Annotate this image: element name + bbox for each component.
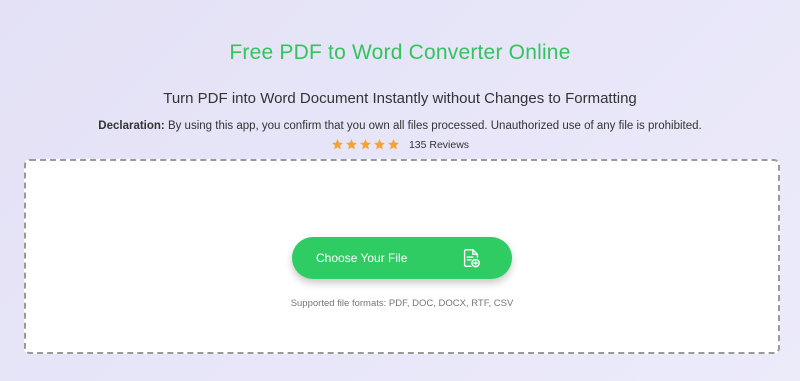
star-icon: [373, 138, 386, 151]
star-icon: [345, 138, 358, 151]
star-rating: [331, 138, 400, 151]
file-dropzone[interactable]: Choose Your File Supported file formats:…: [24, 159, 780, 354]
choose-file-label: Choose Your File: [316, 251, 408, 265]
rating: 135 Reviews: [0, 137, 800, 151]
choose-file-button[interactable]: Choose Your File: [292, 237, 512, 279]
declaration-text: By using this app, you confirm that you …: [164, 120, 702, 132]
reviews-count[interactable]: 135 Reviews: [409, 139, 469, 151]
page-title: Free PDF to Word Converter Online: [229, 41, 571, 64]
star-icon: [359, 138, 372, 151]
star-icon: [387, 138, 400, 151]
page-subtitle: Turn PDF into Word Document Instantly wi…: [163, 90, 637, 107]
declaration-label: Declaration:: [98, 120, 165, 132]
supported-formats: Supported file formats: PDF, DOC, DOCX, …: [290, 298, 514, 309]
file-add-icon: [460, 247, 482, 269]
star-icon: [331, 138, 344, 151]
declaration: Declaration: By using this app, you conf…: [0, 120, 800, 132]
